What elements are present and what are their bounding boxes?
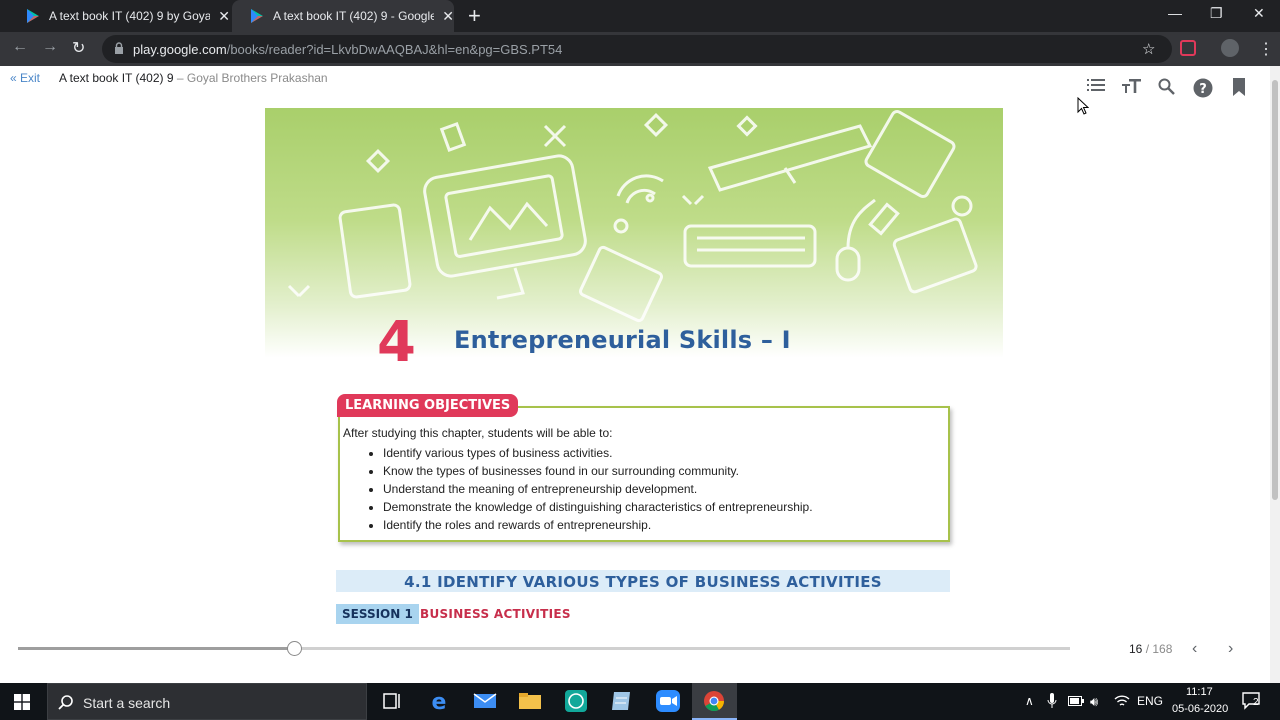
book-title: A text book IT (402) 9	[59, 71, 174, 85]
clock-date[interactable]: 05-06-2020	[1172, 703, 1228, 715]
wifi-icon[interactable]	[1114, 694, 1130, 708]
task-view-icon[interactable]	[380, 689, 406, 713]
chapter-banner: 4 Entrepreneurial Skills – I	[265, 108, 1003, 375]
forward-icon[interactable]: →	[42, 38, 58, 56]
zoom-icon[interactable]	[655, 689, 681, 713]
windows-taskbar: Start a search e ∧ 🔊︎ ENG 11:17 05-06-20…	[0, 683, 1280, 720]
search-placeholder: Start a search	[83, 695, 171, 711]
back-icon[interactable]: ←	[12, 38, 28, 56]
total-pages: / 168	[1142, 642, 1173, 656]
file-explorer-icon[interactable]	[517, 689, 543, 713]
session-label: SESSION 1	[336, 604, 419, 624]
help-icon[interactable]: ?	[1193, 78, 1213, 98]
chapter-number: 4	[377, 310, 416, 375]
objectives-intro: After studying this chapter, students wi…	[343, 426, 613, 440]
reload-icon[interactable]: ↻	[72, 38, 85, 58]
battery-icon[interactable]	[1068, 696, 1084, 706]
notification-count: 2	[1253, 697, 1259, 708]
page-slider-handle[interactable]	[287, 641, 302, 656]
url-text: play.google.com/books/reader?id=LkvbDwAA…	[133, 42, 562, 57]
show-hidden-icons-icon[interactable]: ∧	[1025, 694, 1034, 708]
windows-start-icon[interactable]	[14, 694, 30, 710]
bookmark-star-icon[interactable]: ☆	[1142, 40, 1155, 58]
close-window-icon[interactable]: ✕	[1253, 5, 1265, 22]
pocket-extension-icon[interactable]	[1180, 40, 1196, 56]
close-tab-icon[interactable]: ✕	[218, 8, 230, 25]
contents-icon[interactable]	[1087, 78, 1105, 92]
notification-center-icon[interactable]	[1242, 692, 1262, 710]
text-size-icon[interactable]	[1122, 78, 1142, 94]
notes-app-icon[interactable]	[609, 689, 635, 713]
lock-icon	[115, 42, 123, 54]
tab-strip: A text book IT (402) 9 by Goyal B ✕ A te…	[0, 0, 1280, 32]
new-tab-icon[interactable]: +	[468, 5, 481, 27]
mouse-cursor-icon	[1077, 97, 1089, 115]
current-page: 16	[1129, 642, 1143, 656]
book-publisher: – Goyal Brothers Prakashan	[173, 71, 328, 85]
minimize-icon[interactable]: —	[1168, 5, 1182, 21]
book-heading: A text book IT (402) 9 – Goyal Brothers …	[59, 71, 328, 85]
scrollbar-thumb[interactable]	[1272, 80, 1278, 500]
tab-title: A text book IT (402) 9 - Google P	[272, 9, 435, 23]
profile-icon[interactable]	[1221, 39, 1239, 57]
browser-toolbar: ← → ↻ play.google.com/books/reader?id=Lk…	[0, 32, 1280, 66]
svg-text:e: e	[432, 690, 447, 713]
scrollbar[interactable]	[1270, 66, 1280, 683]
tech-illustration	[287, 109, 978, 323]
maximize-icon[interactable]: ❐	[1210, 5, 1223, 22]
session-title: BUSINESS ACTIVITIES	[420, 607, 571, 621]
chrome-icon	[704, 691, 725, 712]
tab-title: A text book IT (402) 9 by Goyal B	[48, 9, 211, 23]
search-icon[interactable]	[1158, 78, 1175, 95]
search-icon	[58, 695, 73, 710]
next-page-icon[interactable]: ›	[1228, 640, 1233, 658]
page-slider[interactable]	[18, 641, 1070, 656]
page-slider-fill	[18, 647, 294, 650]
list-item: Know the types of businesses found in ou…	[383, 462, 813, 480]
exit-link[interactable]: « Exit	[10, 71, 40, 85]
edge-browser-icon[interactable]: e	[426, 689, 452, 713]
language-indicator[interactable]: ENG	[1137, 694, 1163, 708]
tab-2[interactable]: A text book IT (402) 9 - Google P ✕	[232, 0, 454, 32]
url-path: /books/reader?id=LkvbDwAAQBAJ&hl=en&pg=G…	[226, 42, 563, 57]
book-page: 4 Entrepreneurial Skills – I LEARNING OB…	[265, 108, 1003, 633]
whatsapp-icon[interactable]	[563, 689, 589, 713]
microphone-icon[interactable]	[1047, 693, 1057, 709]
list-item: Demonstrate the knowledge of distinguish…	[383, 498, 813, 516]
page-counter: 16 / 168	[1129, 642, 1172, 656]
mail-icon[interactable]	[472, 689, 498, 713]
list-item: Identify the roles and rewards of entrep…	[383, 516, 813, 534]
google-play-icon	[250, 9, 263, 23]
chapter-title: Entrepreneurial Skills – I	[454, 326, 791, 354]
bookmark-icon[interactable]	[1232, 78, 1246, 96]
taskbar-search[interactable]: Start a search	[47, 683, 367, 720]
close-tab-icon[interactable]: ✕	[442, 8, 454, 25]
learning-objectives-label: LEARNING OBJECTIVES	[337, 394, 519, 417]
section-heading-bar: 4.1 IDENTIFY VARIOUS TYPES OF BUSINESS A…	[336, 570, 950, 592]
google-play-icon	[26, 9, 39, 23]
menu-icon[interactable]: ⋮	[1258, 39, 1274, 59]
list-item: Identify various types of business activ…	[383, 444, 813, 462]
chrome-taskbar-active[interactable]	[692, 683, 737, 720]
section-title: 4.1 IDENTIFY VARIOUS TYPES OF BUSINESS A…	[404, 573, 882, 591]
previous-page-icon[interactable]: ‹	[1192, 640, 1197, 658]
address-bar[interactable]: play.google.com/books/reader?id=LkvbDwAA…	[102, 35, 1172, 63]
clock-time[interactable]: 11:17	[1186, 686, 1213, 698]
tab-1[interactable]: A text book IT (402) 9 by Goyal B ✕	[8, 0, 230, 32]
objectives-list: Identify various types of business activ…	[369, 444, 813, 534]
volume-icon[interactable]: 🔊︎	[1090, 694, 1098, 710]
svg-text:?: ?	[1199, 82, 1207, 97]
url-host: play.google.com	[133, 42, 227, 57]
list-item: Understand the meaning of entrepreneursh…	[383, 480, 813, 498]
